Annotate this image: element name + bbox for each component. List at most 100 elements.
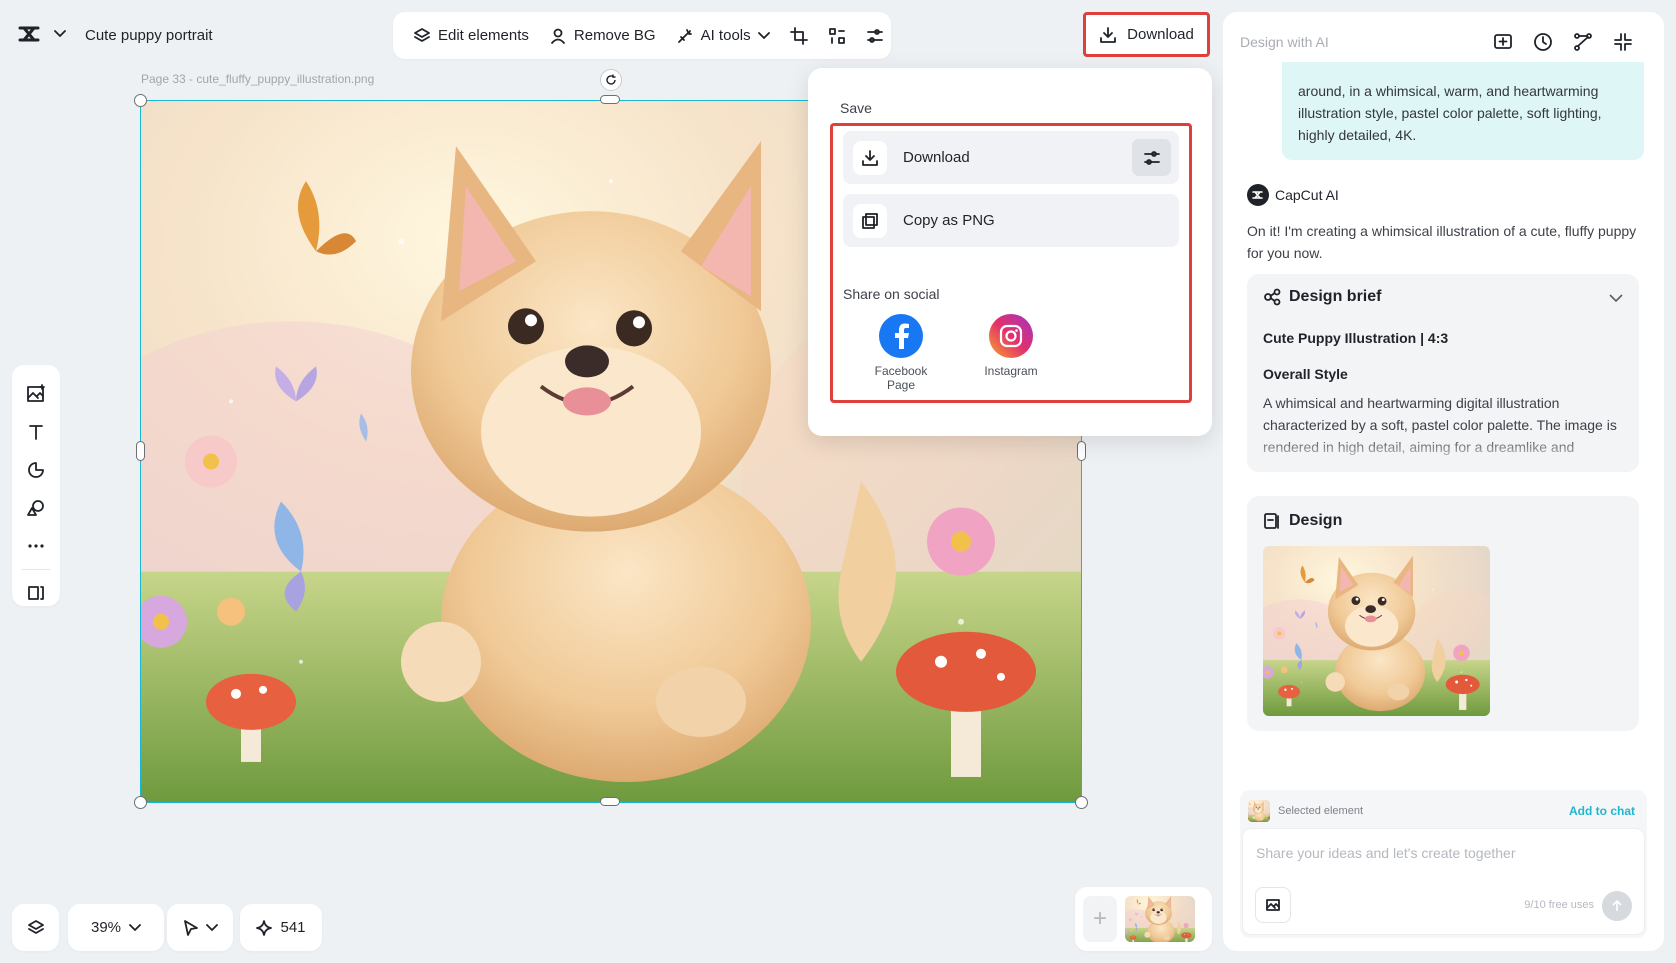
ai-tools-label: AI tools: [700, 27, 751, 44]
more-icon: [28, 544, 44, 548]
remove-bg-button[interactable]: Remove BG: [541, 21, 664, 51]
resize-handle-right[interactable]: [1077, 441, 1086, 461]
tool-divider: [22, 569, 50, 570]
ai-tools-button[interactable]: AI tools: [668, 21, 778, 51]
page-strip: +: [1075, 887, 1212, 951]
zoom-value: 39%: [90, 919, 122, 936]
page-thumbnail[interactable]: [1125, 896, 1195, 942]
rotate-handle[interactable]: [600, 69, 622, 91]
edit-elements-button[interactable]: Edit elements: [405, 21, 537, 51]
resize-handle-top[interactable]: [600, 95, 620, 104]
text-icon: [29, 425, 43, 440]
transform-button[interactable]: [820, 21, 854, 51]
page-label: Page 33 - cute_fluffy_puppy_illustration…: [141, 72, 375, 86]
download-icon: [1100, 26, 1117, 43]
design-title: Design: [1289, 512, 1343, 529]
copy-png-option[interactable]: Copy as PNG: [843, 194, 1179, 247]
pointer-icon: [184, 919, 198, 936]
resize-handle-bottom-right[interactable]: [1075, 796, 1088, 809]
selected-element-label: Selected element: [1278, 805, 1363, 817]
elements-tool[interactable]: [12, 489, 60, 527]
chevron-down-icon: [757, 31, 770, 39]
copy-icon: [853, 203, 887, 238]
design-header: Design: [1263, 512, 1342, 530]
brief-subtitle: Cute Puppy Illustration | 4:3: [1263, 330, 1449, 346]
download-option[interactable]: Download: [843, 131, 1179, 184]
layers-button[interactable]: [12, 904, 59, 951]
facebook-icon: [879, 314, 923, 358]
share-facebook[interactable]: Facebook Page: [861, 314, 941, 392]
attach-image-button[interactable]: [1255, 887, 1291, 923]
thumbnail-image: [1125, 896, 1195, 942]
instagram-label: Instagram: [984, 364, 1038, 378]
resize-handle-bottom[interactable]: [600, 797, 620, 806]
rotate-icon: [606, 74, 616, 85]
crop-icon: [789, 26, 808, 45]
crop-button[interactable]: [782, 21, 816, 51]
chevron-down-icon[interactable]: [54, 30, 66, 38]
design-brief-header: Design brief: [1263, 288, 1381, 306]
download-dropdown: Save Download Copy as PNG Share on socia…: [808, 68, 1212, 436]
download-button[interactable]: Download: [1083, 12, 1210, 57]
send-button[interactable]: [1602, 891, 1632, 921]
image-upload-icon: [1266, 899, 1280, 911]
zoom-control[interactable]: 39%: [68, 904, 164, 951]
resize-handle-left[interactable]: [136, 441, 145, 461]
adjust-button[interactable]: [858, 21, 892, 51]
more-tool[interactable]: [12, 527, 60, 565]
settings-sliders-icon: [1143, 150, 1160, 165]
layers-icon: [414, 27, 430, 42]
chevron-down-icon: [206, 923, 218, 931]
design-brief-card[interactable]: Design brief Cute Puppy Illustration | 4…: [1247, 274, 1639, 472]
add-page-button[interactable]: +: [1083, 896, 1117, 942]
capcut-logo-icon[interactable]: [18, 24, 44, 44]
share-icon[interactable]: [1573, 32, 1593, 52]
elements-icon: [27, 500, 44, 516]
download-icon: [853, 140, 887, 175]
resize-tool[interactable]: [12, 574, 60, 612]
chevron-down-icon: [129, 923, 141, 931]
fade-overlay: [1247, 436, 1639, 472]
add-to-chat-button[interactable]: Add to chat: [1569, 804, 1635, 818]
shapes-icon: [28, 462, 44, 478]
facebook-label: Facebook Page: [874, 364, 928, 392]
remove-bg-label: Remove BG: [573, 27, 656, 44]
arrow-up-icon: [1612, 900, 1622, 911]
edit-elements-label: Edit elements: [438, 27, 529, 44]
ai-sender: CapCut AI: [1247, 184, 1339, 206]
element-toolbar: Edit elements Remove BG AI tools: [393, 12, 891, 59]
layers-icon: [27, 919, 44, 934]
instagram-icon: [989, 314, 1033, 358]
chat-composer: Selected element Add to chat Share your …: [1240, 790, 1647, 938]
highlighted-options: Download Copy as PNG Share on social Fac…: [830, 123, 1192, 403]
left-toolbar: [12, 365, 60, 606]
collapse-icon[interactable]: [1613, 32, 1633, 52]
ai-message: On it! I'm creating a whimsical illustra…: [1247, 223, 1637, 261]
resize-handle-top-left[interactable]: [134, 94, 147, 107]
add-image-tool[interactable]: [12, 375, 60, 413]
design-thumbnail[interactable]: [1263, 546, 1490, 716]
transform-icon: [828, 27, 845, 44]
new-chat-icon[interactable]: [1493, 32, 1513, 52]
chevron-down-icon[interactable]: [1609, 294, 1623, 303]
design-icon: [1264, 513, 1279, 529]
chat-input[interactable]: Share your ideas and let's create togeth…: [1242, 828, 1645, 935]
brief-style-label: Overall Style: [1263, 366, 1348, 382]
design-with-ai-panel: Design with AI around, in a whimsical, w…: [1223, 12, 1664, 951]
design-brief-title: Design brief: [1289, 288, 1382, 305]
resize-icon: [28, 586, 44, 600]
download-button-label: Download: [1127, 26, 1194, 43]
design-result-card: Design: [1247, 496, 1639, 731]
history-icon[interactable]: [1533, 32, 1553, 52]
capcut-ai-avatar-icon: [1247, 184, 1269, 206]
download-settings-button[interactable]: [1132, 139, 1171, 176]
share-instagram[interactable]: Instagram: [971, 314, 1051, 378]
credits-value: 541: [280, 919, 306, 936]
shapes-tool[interactable]: [12, 451, 60, 489]
pointer-tool-control[interactable]: [167, 904, 233, 951]
download-option-label: Download: [903, 149, 970, 166]
credits-counter[interactable]: 541: [240, 904, 322, 951]
project-title[interactable]: Cute puppy portrait: [85, 27, 213, 44]
text-tool[interactable]: [12, 413, 60, 451]
resize-handle-bottom-left[interactable]: [134, 796, 147, 809]
